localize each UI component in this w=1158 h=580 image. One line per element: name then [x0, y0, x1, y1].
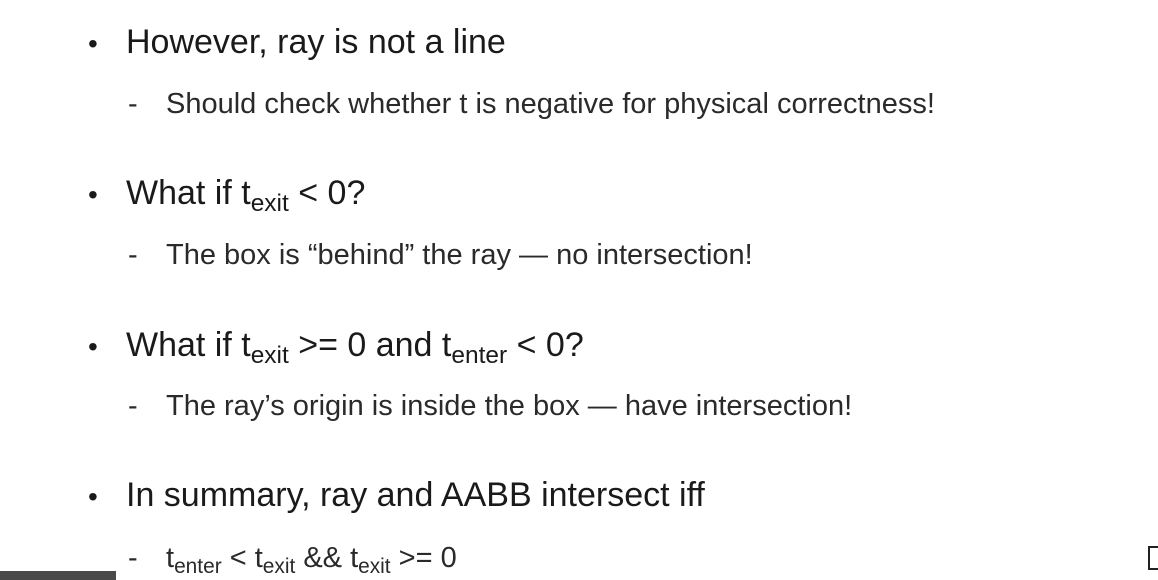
bullet-1: • However, ray is not a line	[88, 22, 506, 64]
formula-subscript-exit-2: exit	[358, 554, 391, 578]
video-progress-bar[interactable]	[0, 571, 116, 580]
bullet-2-pre: What if t	[126, 174, 251, 212]
bullet-3: • What if texit >= 0 and tenter < 0?	[88, 325, 584, 368]
bullet-3-subscript-2: enter	[451, 341, 508, 369]
bullet-dot: •	[88, 28, 98, 59]
bullet-3-post: < 0?	[507, 326, 584, 364]
bullet-2-text: What if texit < 0?	[126, 173, 366, 216]
bullet-2-post: < 0?	[288, 174, 366, 212]
formula-op-2: && t	[295, 542, 359, 574]
sub-bullet-1: - Should check whether t is negative for…	[128, 86, 935, 122]
sub-bullet-2: - The box is “behind” the ray — no inter…	[128, 237, 753, 273]
bullet-4-text: In summary, ray and AABB intersect iff	[126, 476, 705, 514]
bullet-3-pre: What if t	[126, 326, 251, 364]
sub-dash: -	[128, 88, 138, 120]
bullet-dot: •	[88, 179, 98, 210]
bullet-2: • What if texit < 0?	[88, 173, 366, 216]
bullet-3-mid: >= 0 and t	[288, 326, 452, 364]
sub-bullet-2-text: The box is “behind” the ray — no interse…	[166, 239, 753, 271]
sub-bullet-1-text: Should check whether t is negative for p…	[166, 88, 935, 120]
formula-t: t	[166, 542, 175, 574]
sub-bullet-4-formula: tenter < texit && texit >= 0	[166, 540, 457, 578]
formula-subscript-enter: enter	[174, 554, 222, 578]
formula-subscript-exit-1: exit	[262, 554, 296, 578]
bullet-3-subscript-1: exit	[250, 341, 289, 369]
bullet-dot: •	[88, 481, 98, 512]
bullet-3-text: What if texit >= 0 and tenter < 0?	[126, 325, 584, 368]
sub-bullet-4: - tenter < texit && texit >= 0	[128, 540, 457, 578]
corner-control-icon[interactable]	[1148, 546, 1158, 570]
sub-dash: -	[128, 542, 138, 574]
formula-op-3: >= 0	[390, 542, 457, 574]
bullet-dot: •	[88, 331, 98, 362]
sub-dash: -	[128, 239, 138, 271]
sub-bullet-3-text: The ray’s origin is inside the box — hav…	[166, 390, 853, 422]
formula-op-1: < t	[221, 542, 263, 574]
sub-bullet-3: - The ray’s origin is inside the box — h…	[128, 388, 852, 424]
sub-dash: -	[128, 390, 138, 422]
slide: • However, ray is not a line - Should ch…	[0, 0, 1158, 580]
bullet-1-text: However, ray is not a line	[126, 23, 506, 61]
bullet-2-subscript: exit	[250, 189, 289, 217]
bullet-4: • In summary, ray and AABB intersect iff	[88, 475, 705, 517]
